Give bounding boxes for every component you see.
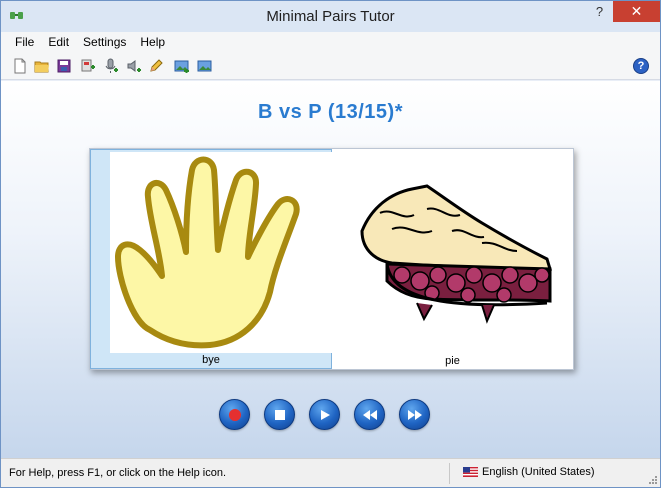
record-button[interactable] [219, 399, 250, 430]
card-pie-image [332, 151, 573, 352]
toolbar: ? [1, 52, 660, 80]
us-flag-icon [463, 467, 478, 477]
card-pie[interactable]: pie [332, 149, 573, 369]
status-bar: For Help, press F1, or click on the Help… [1, 458, 660, 487]
new-file-icon[interactable] [12, 58, 28, 74]
app-window: Minimal Pairs Tutor ? ✕ File Edit Settin… [0, 0, 661, 488]
picture-cards: bye pie [89, 148, 574, 370]
menu-bar: File Edit Settings Help [1, 32, 660, 52]
edit-pencil-icon[interactable] [148, 58, 164, 74]
play-button[interactable] [309, 399, 340, 430]
status-separator [449, 463, 450, 484]
stop-button[interactable] [264, 399, 295, 430]
language-indicator[interactable]: English (United States) [463, 466, 595, 478]
window-title: Minimal Pairs Tutor [266, 8, 395, 25]
fast-forward-icon [407, 409, 422, 420]
playback-controls [219, 399, 430, 430]
menu-settings[interactable]: Settings [76, 35, 133, 49]
add-item-icon[interactable] [80, 58, 96, 74]
card-bye[interactable]: bye [90, 149, 332, 369]
card-bye-label: bye [202, 354, 220, 366]
help-title-icon[interactable]: ? [586, 1, 613, 22]
cherry-pie-picture [360, 184, 553, 324]
play-icon [320, 409, 330, 420]
status-help-text: For Help, press F1, or click on the Help… [9, 467, 227, 479]
hand-picture [115, 156, 300, 349]
language-label: English (United States) [482, 466, 595, 478]
stop-icon [274, 409, 285, 420]
help-icon[interactable]: ? [633, 58, 649, 74]
card-bye-image [110, 152, 332, 353]
sound-add-icon[interactable] [126, 58, 142, 74]
rewind-button[interactable] [354, 399, 385, 430]
menu-help[interactable]: Help [133, 35, 172, 49]
record-icon [228, 408, 241, 421]
resize-grip-icon[interactable] [648, 475, 658, 485]
menu-edit[interactable]: Edit [41, 35, 76, 49]
save-icon[interactable] [56, 58, 72, 74]
add-picture-icon[interactable] [174, 58, 190, 74]
card-pie-label: pie [445, 355, 460, 367]
main-panel: B vs P (13/15)* bye pie [1, 81, 660, 458]
window-controls: ? ✕ [586, 1, 660, 23]
record-microphone-icon[interactable] [103, 58, 119, 74]
picture-icon[interactable] [197, 58, 213, 74]
pair-heading: B vs P (13/15)* [258, 101, 403, 123]
close-button[interactable]: ✕ [613, 1, 660, 22]
open-folder-icon[interactable] [34, 58, 50, 74]
menu-file[interactable]: File [8, 35, 41, 49]
rewind-icon [362, 409, 377, 420]
title-bar[interactable]: Minimal Pairs Tutor ? ✕ [1, 1, 660, 32]
fast-forward-button[interactable] [399, 399, 430, 430]
